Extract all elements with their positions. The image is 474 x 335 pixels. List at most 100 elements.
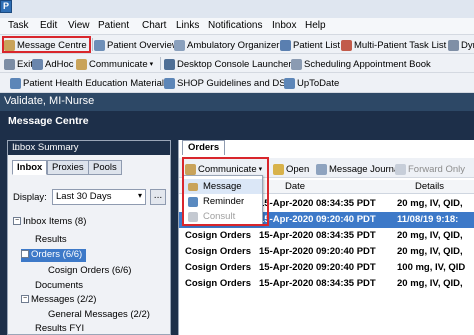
scheduling-appointment-book-label: Scheduling Appointment Book — [304, 58, 431, 70]
menu-links[interactable]: Links — [176, 20, 199, 31]
patient-health-education-button[interactable]: Patient Health Education Materials — [10, 76, 169, 90]
row-date: 15-Apr-2020 09:20:40 PDT — [259, 246, 376, 257]
patient-overview-label: Patient Overview — [107, 39, 179, 51]
console-icon — [164, 58, 175, 70]
dynamic-button[interactable]: Dyr — [448, 38, 474, 52]
app-logo-icon: P — [0, 0, 12, 13]
adhoc-button[interactable]: AdHoc — [32, 57, 74, 71]
chevron-down-icon: ▾ — [137, 191, 142, 200]
menu-inbox[interactable]: Inbox — [272, 20, 296, 31]
inbox-summary-panel: Inbox Summary ⊥ Inbox Proxies Pools Disp… — [7, 140, 171, 335]
exit-button[interactable]: Exit — [4, 57, 33, 71]
tree-item-label: Orders (6/6) — [31, 249, 83, 260]
tree-item-label: General Messages (2/2) — [48, 309, 150, 320]
tree-item-documents[interactable]: Documents — [35, 280, 83, 293]
table-row[interactable]: Cosign Orders 15-Apr-2020 08:34:35 PDT 2… — [179, 276, 474, 292]
row-details: 20 mg, IV, QID, — [397, 278, 463, 289]
column-header-details[interactable]: Details — [415, 181, 444, 192]
adhoc-label: AdHoc — [45, 58, 74, 70]
row-details: 100 mg, IV, QID — [397, 262, 466, 273]
tree-item-general-messages[interactable]: General Messages (2/2) — [48, 309, 150, 322]
patient-list-button[interactable]: Patient List — [280, 38, 340, 52]
collapse-icon[interactable]: − — [21, 295, 29, 304]
row-type: Cosign Orders — [185, 262, 251, 273]
row-details: 20 mg, IV, QID, — [397, 198, 463, 209]
multi-patient-task-list-button[interactable]: Multi-Patient Task List — [341, 38, 446, 52]
tree-item-inbox-items[interactable]: − Inbox Items (8) — [13, 216, 86, 229]
menu-chart[interactable]: Chart — [142, 20, 166, 31]
exit-label: Exit — [17, 58, 33, 70]
open-button[interactable]: Open — [273, 162, 309, 176]
menu-bar: Task Edit View Patient Chart Links Notif… — [0, 18, 474, 35]
message-centre-header: Message Centre — [0, 111, 474, 132]
communicate-toolbar-button[interactable]: Communicate ▾ — [76, 57, 153, 71]
row-type: Cosign Orders — [185, 278, 251, 289]
tab-pools[interactable]: Pools — [88, 160, 122, 175]
forward-icon — [395, 163, 406, 175]
menu-help[interactable]: Help — [305, 20, 326, 31]
uptodate-label: UpToDate — [297, 77, 340, 89]
tree-item-results-fyi[interactable]: Results FYI — [35, 323, 84, 335]
ambulatory-organizer-label: Ambulatory Organizer — [187, 39, 280, 51]
table-row[interactable]: Cosign Orders 15-Apr-2020 09:20:40 PDT 1… — [179, 260, 474, 276]
column-header-date[interactable]: Date — [285, 181, 305, 192]
menu-task[interactable]: Task — [8, 20, 29, 31]
shop-guidelines-label: SHOP Guidelines and DSTs — [177, 77, 296, 89]
folder-open-icon — [273, 163, 284, 175]
collapse-icon[interactable]: − — [13, 217, 21, 226]
tree-item-label: Cosign Orders (6/6) — [48, 265, 132, 276]
forward-only-label: Forward Only — [408, 163, 466, 175]
tree-item-label: Inbox Items (8) — [23, 216, 87, 227]
chevron-down-icon: ▾ — [149, 61, 154, 68]
table-row[interactable]: Cosign Orders 15-Apr-2020 09:20:40 PDT 2… — [179, 244, 474, 260]
row-details: 20 mg, IV, QID, — [397, 230, 463, 241]
message-journal-button[interactable]: Message Journal — [316, 162, 401, 176]
menu-patient[interactable]: Patient — [98, 20, 129, 31]
pin-icon[interactable]: ⊥ — [12, 142, 166, 153]
education-icon — [10, 77, 21, 89]
tree-item-label: Documents — [35, 280, 84, 291]
ambulatory-organizer-button[interactable]: Ambulatory Organizer — [174, 38, 279, 52]
organizer-icon — [174, 39, 185, 51]
dynamic-label: Dyr — [461, 39, 474, 51]
tree-item-messages[interactable]: − Messages (2/2) — [21, 294, 96, 307]
display-range-value: Last 30 Days — [56, 191, 112, 202]
tab-orders[interactable]: Orders — [182, 140, 226, 155]
communicate-icon — [76, 58, 87, 70]
window-title-bar: P — [0, 0, 474, 18]
patient-banner-title: Validate, MI-Nurse — [4, 95, 95, 107]
row-date: 15-Apr-2020 09:20:40 PDT — [259, 262, 376, 273]
tab-proxies[interactable]: Proxies — [47, 160, 89, 175]
row-date: 15-Apr-2020 09:20:40 PDT — [259, 214, 376, 225]
toolbar-primary: Message Centre Patient Overview Ambulato… — [0, 35, 474, 54]
scheduling-appointment-book-button[interactable]: Scheduling Appointment Book — [291, 57, 431, 71]
toolbar-links: Patient Health Education Materials SHOP … — [0, 73, 474, 93]
row-type: Cosign Orders — [185, 230, 251, 241]
display-options-button[interactable]: ... — [150, 189, 166, 205]
row-details: 20 mg, IV, QID, — [397, 246, 463, 257]
menu-view[interactable]: View — [68, 20, 90, 31]
dynamic-icon — [448, 39, 459, 51]
shop-guidelines-button[interactable]: SHOP Guidelines and DSTs — [164, 76, 295, 90]
forward-only-button[interactable]: Forward Only — [395, 162, 465, 176]
tab-inbox[interactable]: Inbox — [12, 160, 48, 175]
toolbar-secondary: Exit AdHoc Communicate ▾ Desktop Console… — [0, 54, 474, 73]
row-date: 15-Apr-2020 08:34:35 PDT — [259, 230, 376, 241]
patient-health-education-label: Patient Health Education Materials — [23, 77, 169, 89]
tree-item-results[interactable]: Results — [35, 234, 67, 247]
row-date: 15-Apr-2020 08:34:35 PDT — [259, 198, 376, 209]
patient-overview-button[interactable]: Patient Overview — [94, 38, 179, 52]
collapse-icon[interactable]: − — [21, 250, 29, 259]
table-row[interactable]: Cosign Orders 15-Apr-2020 08:34:35 PDT 2… — [179, 228, 474, 244]
journal-icon — [316, 163, 327, 175]
exit-icon — [4, 58, 15, 70]
guidelines-icon — [164, 77, 175, 89]
desktop-console-launcher-label: Desktop Console Launcher — [177, 58, 292, 70]
uptodate-button[interactable]: UpToDate — [284, 76, 339, 90]
tree-item-orders[interactable]: − Orders (6/6) — [21, 249, 87, 262]
menu-notifications[interactable]: Notifications — [208, 20, 262, 31]
tree-item-cosign-orders[interactable]: Cosign Orders (6/6) — [48, 265, 131, 278]
menu-edit[interactable]: Edit — [40, 20, 57, 31]
display-range-select[interactable]: Last 30 Days ▾ — [52, 189, 146, 205]
desktop-console-launcher-button[interactable]: Desktop Console Launcher — [164, 57, 292, 71]
